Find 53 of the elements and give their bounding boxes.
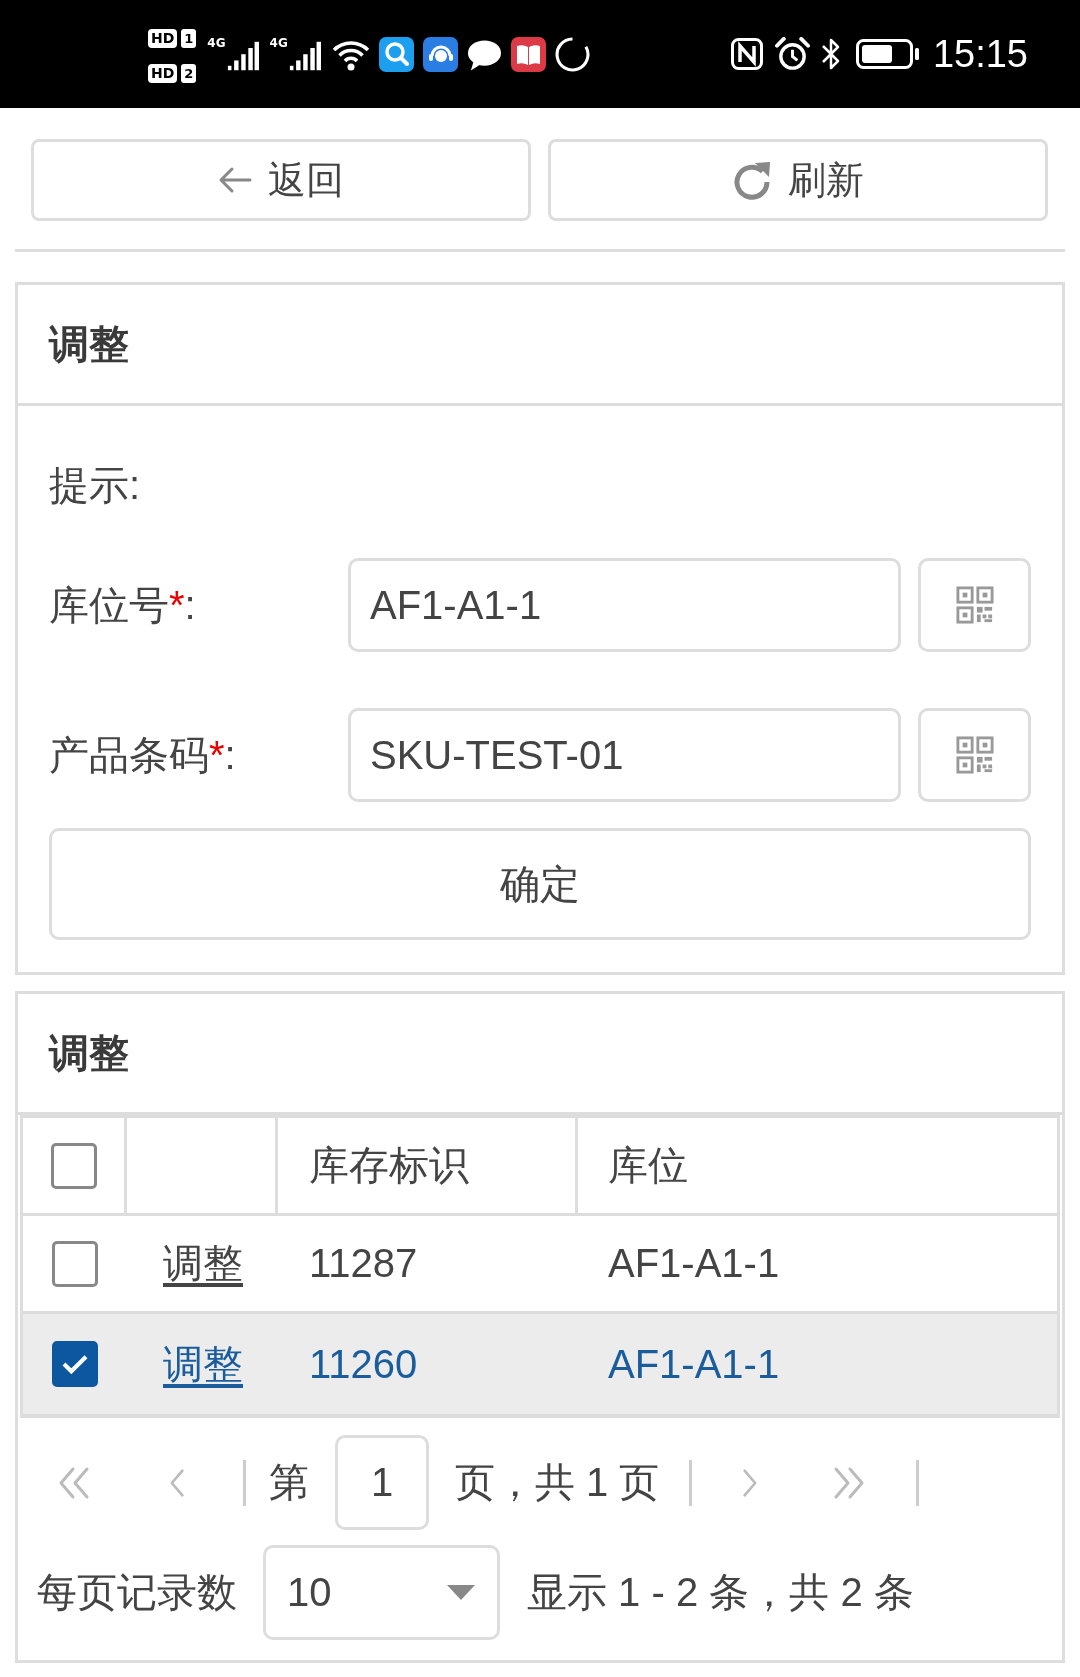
table-cell: 11287 xyxy=(309,1241,418,1286)
arrow-left-icon xyxy=(218,166,252,194)
field-label: 产品条码*: xyxy=(49,731,237,779)
table-cell: 11260 xyxy=(309,1341,418,1387)
network-type: 4G xyxy=(207,37,226,49)
page-total: 页，共 1 页 xyxy=(455,1459,660,1506)
bluetooth-icon xyxy=(819,37,842,71)
clock-time: 15:15 xyxy=(932,34,1028,74)
refresh-button[interactable]: 刷新 xyxy=(548,139,1048,221)
signal-icon xyxy=(288,41,321,71)
column-header: 库存标识 xyxy=(309,1142,469,1189)
page-number-input[interactable]: 1 xyxy=(335,1435,429,1530)
hint-label: 提示: xyxy=(49,462,142,509)
back-button[interactable]: 返回 xyxy=(31,139,531,221)
signal-icon xyxy=(226,41,259,71)
page-size-select[interactable]: 10 xyxy=(263,1545,500,1640)
headset-app-icon xyxy=(422,36,458,72)
table-cell: AF1-A1-1 xyxy=(608,1341,780,1387)
adjust-link[interactable]: 调整 xyxy=(163,1236,243,1291)
table-row[interactable]: 调整 11260 AF1-A1-1 xyxy=(23,1314,1057,1414)
adjust-link[interactable]: 调整 xyxy=(163,1336,243,1392)
search-app-icon xyxy=(378,36,414,72)
checkmark-icon xyxy=(61,1353,89,1375)
sim-badge: HD xyxy=(148,29,178,48)
page-size-label: 每页记录数 xyxy=(37,1569,237,1616)
book-app-icon xyxy=(510,36,546,72)
sim-slot: 1 xyxy=(181,29,197,48)
row-checkbox[interactable] xyxy=(52,1240,98,1287)
input-field[interactable]: AF1-A1-1 xyxy=(348,558,901,652)
scan-button[interactable] xyxy=(918,558,1031,652)
record-summary: 显示 1 - 2 条，共 2 条 xyxy=(527,1569,914,1616)
qr-code-icon xyxy=(955,736,994,774)
qr-code-icon xyxy=(955,586,994,624)
panel-title: 调整 xyxy=(49,320,129,368)
sim-slot: 2 xyxy=(181,64,197,83)
alarm-clock-icon xyxy=(774,36,810,72)
battery-icon xyxy=(855,39,920,69)
field-label: 库位号*: xyxy=(49,581,197,629)
column-header: 库位 xyxy=(608,1142,688,1189)
input-field[interactable]: SKU-TEST-01 xyxy=(348,708,901,802)
ring-icon xyxy=(554,36,590,72)
refresh-icon xyxy=(732,160,772,200)
table-cell: AF1-A1-1 xyxy=(608,1241,780,1286)
network-type: 4G xyxy=(269,37,288,49)
panel-title: 调整 xyxy=(49,1029,129,1077)
select-all-checkbox[interactable] xyxy=(50,1142,97,1189)
sim-badge: HD xyxy=(148,64,178,83)
row-checkbox[interactable] xyxy=(52,1341,98,1387)
page-prefix: 第 xyxy=(269,1459,309,1506)
scan-button[interactable] xyxy=(918,708,1031,802)
caret-down-icon xyxy=(447,1585,475,1600)
nfc-icon xyxy=(730,38,763,70)
confirm-button[interactable]: 确定 xyxy=(49,828,1031,940)
